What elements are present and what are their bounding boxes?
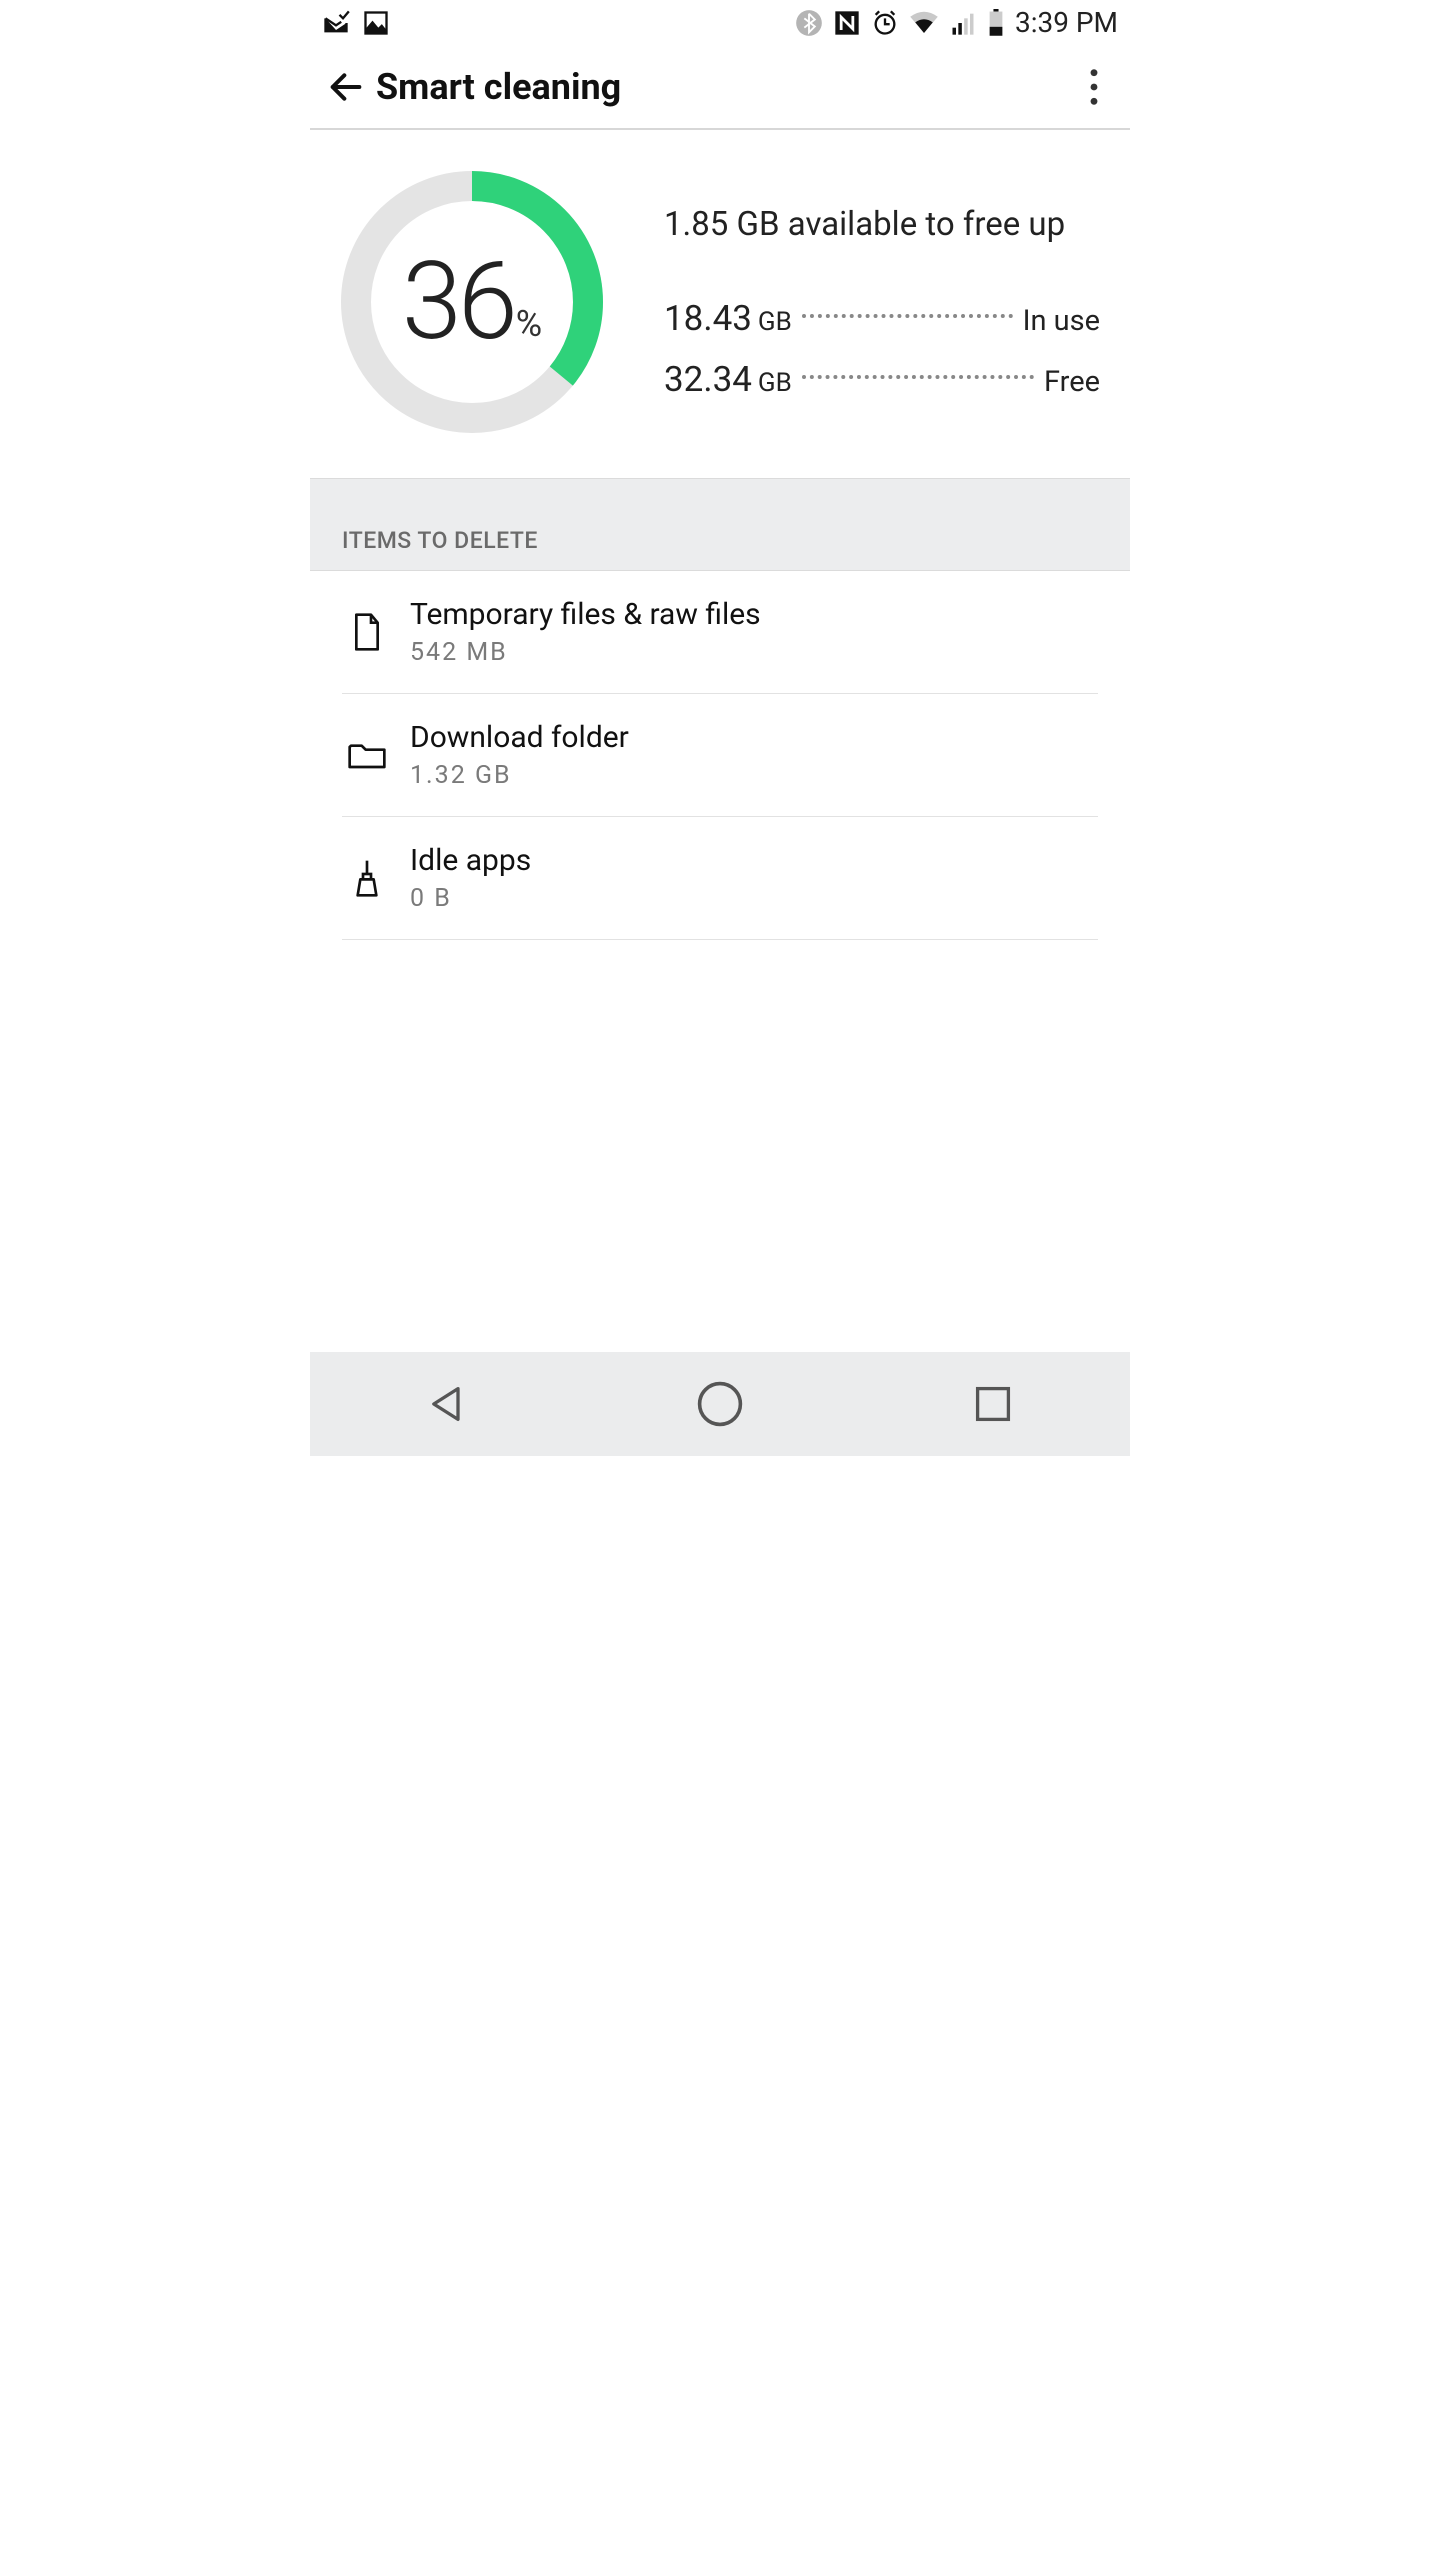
percent-value: 36	[402, 239, 514, 365]
alarm-icon	[871, 9, 899, 37]
image-icon	[362, 9, 390, 37]
item-title: Idle apps	[410, 843, 531, 878]
stat-in-use-unit: GB	[758, 307, 792, 337]
item-title: Temporary files & raw files	[410, 597, 761, 632]
items-list: Temporary files & raw files 542 MB Downl…	[310, 571, 1130, 1352]
item-size: 0 B	[410, 884, 531, 913]
storage-summary: 36 % 1.85 GB available to free up 18.43 …	[310, 130, 1130, 478]
stat-free-label: Free	[1044, 365, 1100, 399]
nav-back-button[interactable]	[417, 1374, 477, 1434]
nav-home-button[interactable]	[690, 1374, 750, 1434]
item-size: 542 MB	[410, 638, 761, 667]
usage-ring: 36 %	[340, 170, 604, 434]
status-right: 3:39 PM	[795, 6, 1118, 39]
app-bar: Smart cleaning	[310, 45, 1130, 130]
square-recent-icon	[971, 1382, 1015, 1426]
item-title: Download folder	[410, 720, 629, 755]
dotted-leader	[802, 375, 1034, 379]
system-nav-bar	[310, 1352, 1130, 1456]
section-header-items: ITEMS TO DELETE	[310, 478, 1130, 571]
stat-free-unit: GB	[758, 368, 792, 398]
bluetooth-icon	[795, 9, 823, 37]
percent-sign: %	[516, 303, 542, 345]
arrow-left-icon	[326, 67, 366, 107]
stat-in-use-label: In use	[1023, 304, 1100, 338]
overflow-menu-button[interactable]	[1072, 67, 1116, 107]
mail-icon	[322, 9, 350, 37]
item-size: 1.32 GB	[410, 761, 629, 790]
more-vertical-icon	[1080, 67, 1108, 107]
list-item-temp-files[interactable]: Temporary files & raw files 542 MB	[342, 571, 1098, 694]
signal-icon	[949, 9, 977, 37]
stat-free-value: 32.34	[664, 359, 752, 400]
battery-icon	[987, 9, 1005, 37]
ring-label: 36 %	[340, 170, 604, 434]
folder-icon	[342, 730, 392, 780]
circle-home-icon	[696, 1380, 744, 1428]
triangle-back-icon	[425, 1382, 469, 1426]
back-button[interactable]	[324, 65, 368, 109]
page-title: Smart cleaning	[376, 66, 1072, 108]
stat-row-in-use: 18.43 GB In use	[664, 298, 1100, 339]
stat-in-use-value: 18.43	[664, 298, 752, 339]
storage-stats: 1.85 GB available to free up 18.43 GB In…	[664, 205, 1100, 400]
status-left	[322, 9, 390, 37]
list-item-idle-apps[interactable]: Idle apps 0 B	[342, 817, 1098, 940]
stat-row-free: 32.34 GB Free	[664, 359, 1100, 400]
nfc-icon	[833, 9, 861, 37]
nav-recent-button[interactable]	[963, 1374, 1023, 1434]
wifi-icon	[909, 9, 939, 37]
dotted-leader	[802, 314, 1013, 318]
status-time: 3:39 PM	[1015, 6, 1118, 39]
broom-icon	[342, 853, 392, 903]
status-bar: 3:39 PM	[310, 0, 1130, 45]
file-icon	[342, 607, 392, 657]
available-to-free: 1.85 GB available to free up	[664, 205, 1100, 244]
list-item-download-folder[interactable]: Download folder 1.32 GB	[342, 694, 1098, 817]
